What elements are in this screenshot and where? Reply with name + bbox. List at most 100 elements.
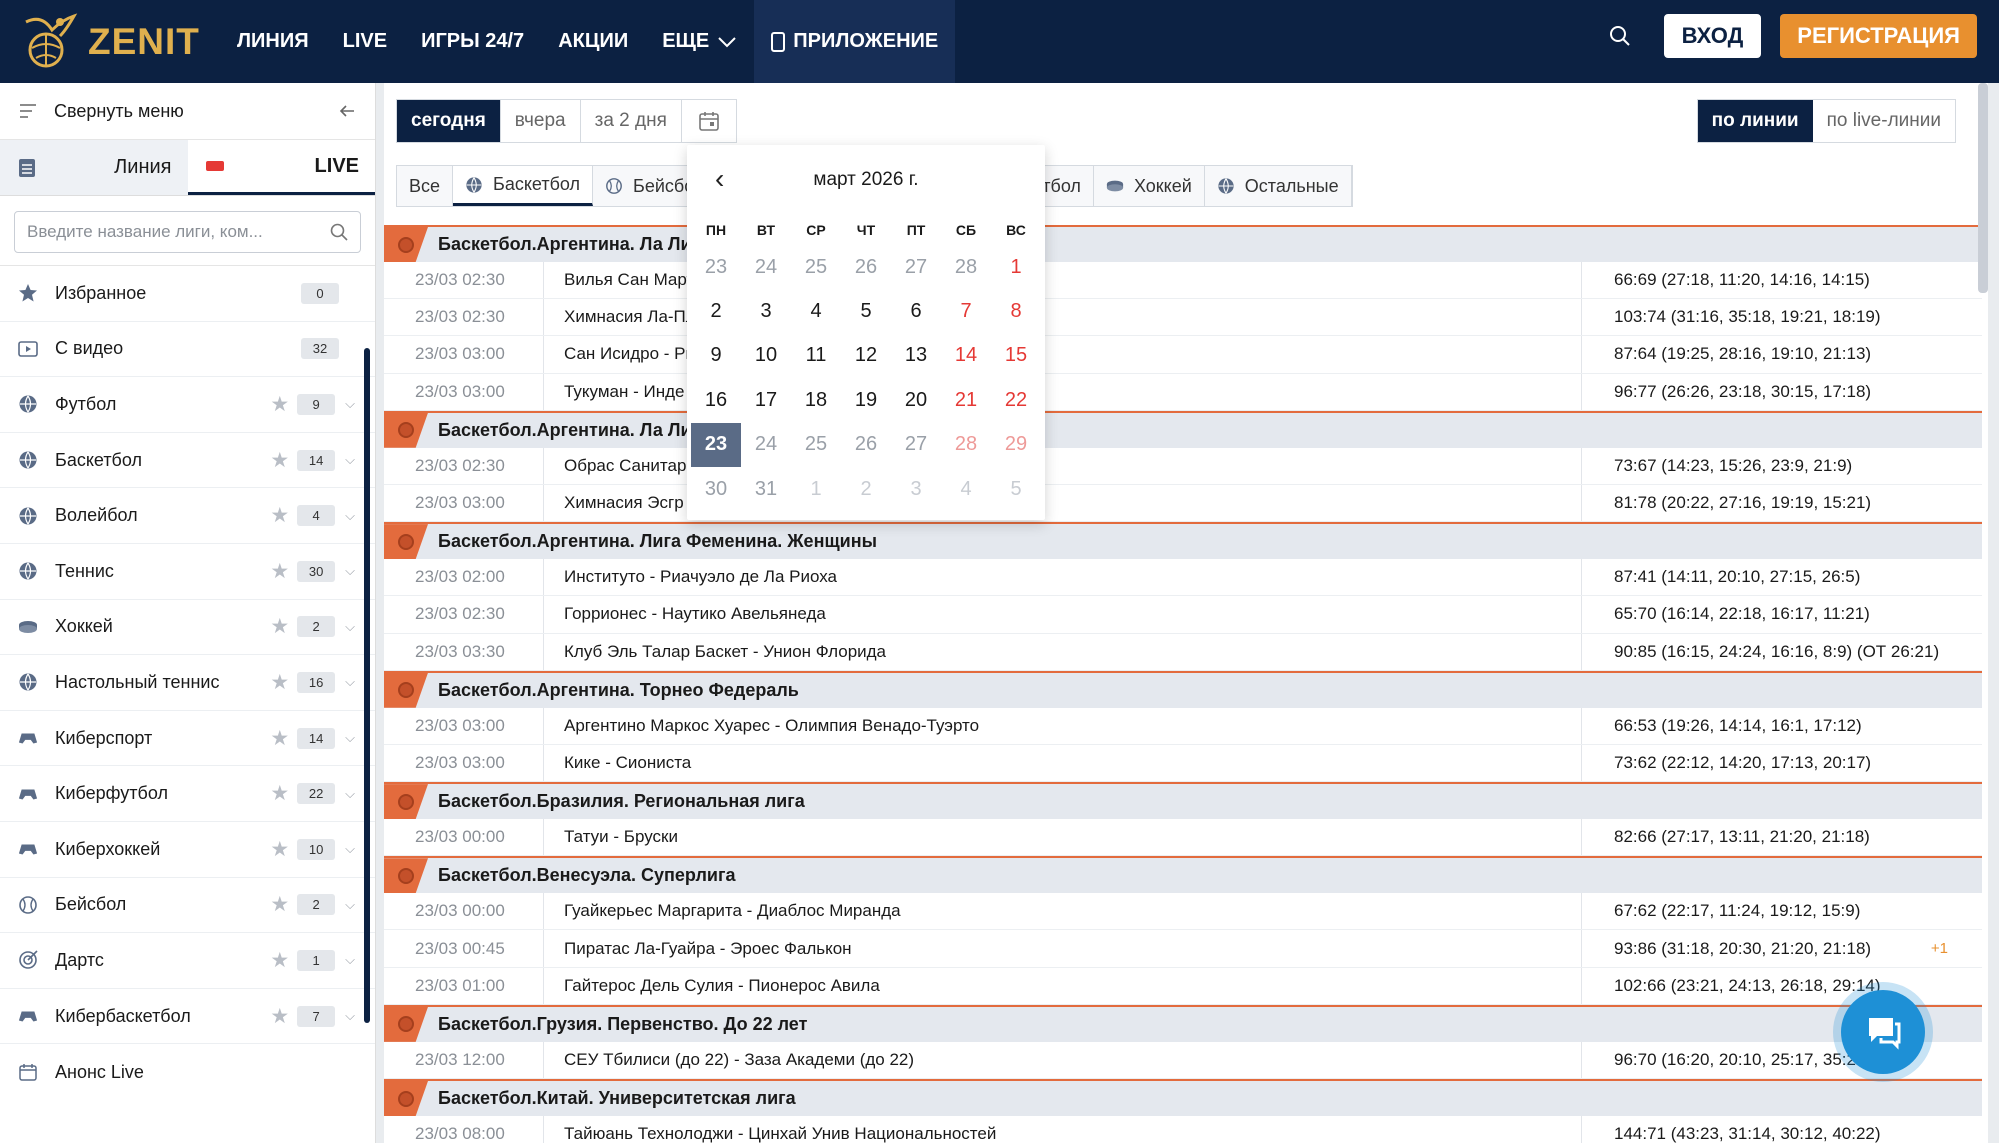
mode-tab-live[interactable]: по live-линии <box>1813 100 1955 142</box>
sport-filter-tab[interactable]: Все <box>397 166 454 206</box>
sidebar-item-5[interactable]: Теннис ★ 30 ⌵ <box>0 544 375 600</box>
match-row[interactable]: 23/03 03:00 Сан Исидро - Ри 87:64 (19:25, … <box>384 336 1982 374</box>
match-row[interactable]: 23/03 08:00 Тайюань Технолоджи - Цинхай У… <box>384 1116 1982 1143</box>
chevron-down-icon[interactable]: ⌵ <box>345 952 355 968</box>
favorite-star-icon[interactable]: ★ <box>270 559 289 584</box>
sport-filter-tab[interactable]: Хоккей <box>1094 166 1205 206</box>
match-row[interactable]: 23/03 03:00 Химнасия Эсгр 81:78 (20:22, 27… <box>384 484 1982 523</box>
calendar-day[interactable]: 12 <box>841 334 891 378</box>
date-tab-yesterday[interactable]: вчера <box>501 100 581 142</box>
favorite-star-icon[interactable]: ★ <box>270 892 289 917</box>
chevron-down-icon[interactable]: ⌵ <box>345 563 355 579</box>
league-header[interactable]: Баскетбол.Венесуэла. Суперлига <box>384 856 1982 894</box>
favorite-star-icon[interactable]: ★ <box>270 670 289 695</box>
favorite-star-icon[interactable]: ★ <box>270 1004 289 1029</box>
sidebar-item-11[interactable]: Бейсбол ★ 2 ⌵ <box>0 878 375 934</box>
calendar-day[interactable]: 2 <box>841 467 891 511</box>
match-row[interactable]: 23/03 12:00 СЕУ Тбилиси (до 22) - Заза Ак… <box>384 1041 1982 1079</box>
league-header[interactable]: Баскетбол.Китай. Университетская лига <box>384 1079 1982 1116</box>
chevron-down-icon[interactable]: ⌵ <box>345 508 355 524</box>
main-scrollbar[interactable] <box>1978 83 1988 293</box>
sidebar-item-10[interactable]: Киберхоккей ★ 10 ⌵ <box>0 822 375 878</box>
nav-live[interactable]: LIVE <box>326 0 404 83</box>
chevron-down-icon[interactable]: ⌵ <box>345 730 355 746</box>
calendar-day[interactable]: 2 <box>691 289 741 333</box>
calendar-day[interactable]: 26 <box>841 423 891 467</box>
match-row[interactable]: 23/03 03:30 Клуб Эль Талар Баскет - Унион… <box>384 633 1982 671</box>
nav-promos[interactable]: АКЦИИ <box>541 0 645 83</box>
calendar-day[interactable]: 11 <box>791 334 841 378</box>
mode-tab-line[interactable]: по линии <box>1697 100 1813 142</box>
favorite-star-icon[interactable]: ★ <box>270 503 289 528</box>
calendar-day[interactable]: 7 <box>941 289 991 333</box>
league-header[interactable]: Баскетбол.Грузия. Первенство. До 22 лет <box>384 1004 1982 1042</box>
sidebar-item-6[interactable]: Хоккей ★ 2 ⌵ <box>0 600 375 656</box>
calendar-day[interactable]: 8 <box>991 289 1041 333</box>
favorite-star-icon[interactable]: ★ <box>270 781 289 806</box>
match-row[interactable]: 23/03 03:00 Тукуман - Инде 96:77 (26:26, 2… <box>384 373 1982 411</box>
calendar-day[interactable]: 27 <box>891 423 941 467</box>
nav-app[interactable]: ПРИЛОЖЕНИЕ <box>754 0 956 83</box>
tab-live[interactable]: LIVE <box>187 140 375 195</box>
sidebar-item-3[interactable]: Баскетбол ★ 14 ⌵ <box>0 433 375 489</box>
favorite-star-icon[interactable]: ★ <box>270 392 289 417</box>
chevron-left-icon[interactable]: ‹ <box>715 163 724 195</box>
calendar-day[interactable]: 18 <box>791 378 841 422</box>
logo[interactable]: ZENIT <box>22 12 220 72</box>
nav-line[interactable]: ЛИНИЯ <box>220 0 326 83</box>
sidebar-item-12[interactable]: Дартс ★ 1 ⌵ <box>0 933 375 989</box>
match-row[interactable]: 23/03 02:30 Вилья Сан Мартин 66:69 (27:18,… <box>384 262 1982 300</box>
search-icon[interactable] <box>1608 24 1632 48</box>
match-row[interactable]: 23/03 02:00 Институто - Риачуэло де Ла Ри… <box>384 559 1982 597</box>
calendar-day[interactable]: 16 <box>691 378 741 422</box>
calendar-day[interactable]: 26 <box>841 245 891 289</box>
chevron-down-icon[interactable]: ⌵ <box>345 674 355 690</box>
league-header[interactable]: Баскетбол.Аргентина. Ла Лига <box>384 410 1982 448</box>
calendar-day[interactable]: 24 <box>741 245 791 289</box>
favorite-star-icon[interactable]: ★ <box>270 614 289 639</box>
calendar-day[interactable]: 27 <box>891 245 941 289</box>
calendar-day[interactable]: 4 <box>941 467 991 511</box>
collapse-menu[interactable]: Свернуть меню <box>0 83 375 140</box>
calendar-day[interactable]: 15 <box>991 334 1041 378</box>
league-search-input[interactable] <box>27 222 330 242</box>
chevron-down-icon[interactable]: ⌵ <box>345 786 355 802</box>
calendar-day[interactable]: 14 <box>941 334 991 378</box>
search-icon[interactable] <box>330 223 348 241</box>
chat-button[interactable] <box>1841 990 1925 1074</box>
calendar-day[interactable]: 1 <box>991 245 1041 289</box>
chevron-down-icon[interactable]: ⌵ <box>345 396 355 412</box>
nav-more[interactable]: ЕЩЕ <box>645 0 754 83</box>
league-header[interactable]: Баскетбол.Аргентина. Лига Феменина. Женщ… <box>384 522 1982 560</box>
nav-games[interactable]: ИГРЫ 24/7 <box>404 0 541 83</box>
calendar-day[interactable]: 3 <box>891 467 941 511</box>
match-row[interactable]: 23/03 02:30 Горрионес - Наутико Авельянед… <box>384 596 1982 634</box>
league-header[interactable]: Баскетбол.Аргентина. Торнео Федераль <box>384 670 1982 708</box>
sidebar-item-9[interactable]: Киберфутбол ★ 22 ⌵ <box>0 766 375 822</box>
match-row[interactable]: 23/03 00:00 Гуайкерьес Маргарита - Диабло… <box>384 893 1982 931</box>
match-row[interactable]: 23/03 02:30 Химнасия Ла-Плата 103:74 (31:1… <box>384 299 1982 337</box>
calendar-day[interactable]: 29 <box>991 423 1041 467</box>
chevron-down-icon[interactable]: ⌵ <box>345 452 355 468</box>
sidebar-item-13[interactable]: Кибербаскетбол ★ 7 ⌵ <box>0 989 375 1045</box>
match-row[interactable]: 23/03 03:00 Кике - Сиониста 73:62 (22:12, … <box>384 744 1982 783</box>
calendar-day[interactable]: 30 <box>691 467 741 511</box>
calendar-day[interactable]: 4 <box>791 289 841 333</box>
sidebar-item-2[interactable]: Футбол ★ 9 ⌵ <box>0 377 375 433</box>
sidebar-item-8[interactable]: Киберспорт ★ 14 ⌵ <box>0 711 375 767</box>
calendar-day[interactable]: 25 <box>791 245 841 289</box>
favorite-star-icon[interactable]: ★ <box>270 448 289 473</box>
match-row[interactable]: 23/03 00:00 Татуи - Бруски 82:66 (27:17, 1… <box>384 819 1982 857</box>
date-tab-today[interactable]: сегодня <box>397 100 501 142</box>
announce-live[interactable]: Анонс Live <box>0 1044 375 1100</box>
chevron-down-icon[interactable]: ⌵ <box>345 619 355 635</box>
calendar-day[interactable]: 21 <box>941 378 991 422</box>
calendar-day[interactable]: 1 <box>791 467 841 511</box>
calendar-day[interactable]: 6 <box>891 289 941 333</box>
calendar-day[interactable]: 5 <box>991 467 1041 511</box>
calendar-day[interactable]: 31 <box>741 467 791 511</box>
extra-count[interactable]: +1 <box>1931 940 1948 957</box>
sidebar-item-4[interactable]: Волейбол ★ 4 ⌵ <box>0 488 375 544</box>
chevron-down-icon[interactable]: ⌵ <box>345 897 355 913</box>
tab-line[interactable]: Линия <box>0 140 188 195</box>
